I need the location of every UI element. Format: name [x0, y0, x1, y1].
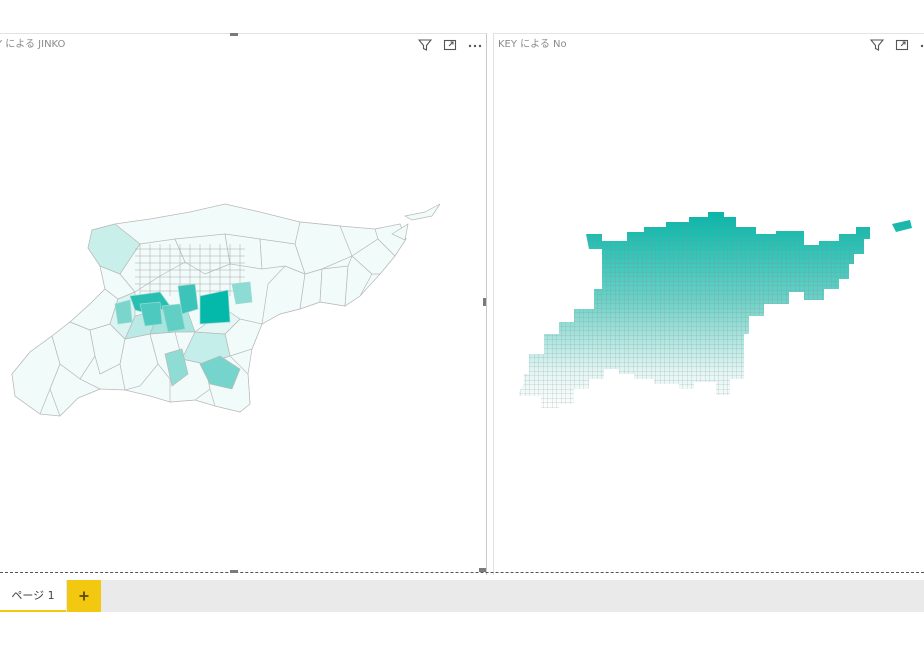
add-page-button[interactable] [67, 580, 101, 612]
page-tabs-bar: ページ 1 [0, 580, 924, 612]
tab-page-1[interactable]: ページ 1 [0, 580, 66, 612]
resize-handle-corner[interactable] [479, 568, 486, 572]
resize-handle-right[interactable] [483, 298, 486, 306]
resize-handle-top[interactable] [230, 33, 238, 36]
plus-icon [79, 591, 89, 601]
jinko-choropleth[interactable] [0, 34, 486, 575]
mesh-cells [519, 212, 912, 408]
resize-handle-bottom[interactable] [230, 570, 238, 573]
report-canvas: Y による JINKO KEY による No [0, 0, 924, 580]
jinko-map-visual[interactable]: Y による JINKO [0, 33, 487, 575]
key-mesh-map-visual[interactable]: KEY による No [493, 33, 924, 575]
key-grid-map[interactable] [494, 34, 924, 575]
visual-selection-outline [0, 572, 924, 573]
